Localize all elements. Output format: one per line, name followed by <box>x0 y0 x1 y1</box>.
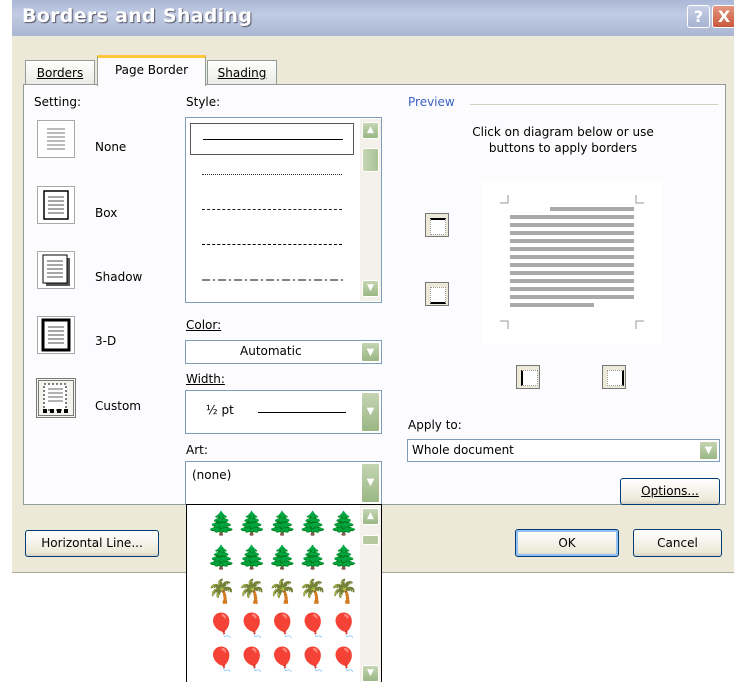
scroll-up-icon[interactable]: ▲ <box>362 508 379 525</box>
left-border-button[interactable] <box>516 365 540 389</box>
evergreen-tree-icon[interactable]: 🌲🌲🌲🌲🌲 <box>207 511 360 537</box>
apply-to-dropdown[interactable]: Whole document ▼ <box>407 439 720 462</box>
color-label: Color: <box>186 318 221 332</box>
palm-tree-icon[interactable]: 🌴🌴🌴🌴🌴 <box>207 579 360 605</box>
setting-none-icon[interactable] <box>37 120 75 158</box>
scroll-up-icon[interactable]: ▲ <box>362 122 379 139</box>
help-button[interactable]: ? <box>687 5 710 28</box>
scroll-thumb[interactable] <box>362 535 379 545</box>
style-dotted-item[interactable] <box>202 174 342 175</box>
setting-none-label: None <box>95 140 127 154</box>
dark-tree-icon[interactable]: 🌲🌲🌲🌲🌲 <box>207 545 360 571</box>
setting-box-label: Box <box>95 206 118 220</box>
hot-air-balloon-icon[interactable]: 🎈🎈🎈🎈🎈 <box>207 647 360 673</box>
preview-diagram[interactable] <box>482 181 662 345</box>
color-value: Automatic <box>240 344 302 358</box>
tab-page-border-label: Page Border <box>114 63 189 77</box>
setting-3d-icon[interactable] <box>37 316 75 354</box>
color-dropdown[interactable]: Automatic ▼ <box>185 340 382 364</box>
options-button[interactable]: Options... <box>620 478 720 505</box>
preview-instruction: Click on diagram below or use buttons to… <box>472 125 654 155</box>
setting-label: Setting: <box>34 95 82 109</box>
style-label: Style: <box>186 95 221 109</box>
options-button-label: Options... <box>641 484 699 498</box>
width-value: ½ pt <box>206 403 234 417</box>
setting-box-icon[interactable] <box>37 186 75 224</box>
setting-3d-graphic <box>41 318 71 352</box>
style-small-dash-item[interactable] <box>202 209 342 210</box>
scroll-down-icon[interactable]: ▼ <box>362 665 379 682</box>
chevron-down-icon[interactable]: ▼ <box>361 392 380 432</box>
scroll-down-icon[interactable]: ▼ <box>362 280 379 297</box>
art-dropdown-list[interactable]: 🌲🌲🌲🌲🌲 🌲🌲🌲🌲🌲 🌴🌴🌴🌴🌴 🎈🎈🎈🎈🎈 🎈🎈🎈🎈🎈 ▲ ▼ <box>186 504 382 682</box>
horizontal-line-button[interactable]: Horizontal Line... <box>25 530 159 557</box>
top-border-button[interactable] <box>425 213 449 237</box>
tab-shading[interactable]: Shading <box>207 60 277 84</box>
art-value: (none) <box>192 468 232 482</box>
setting-shadow-icon[interactable] <box>37 251 75 289</box>
art-scrollbar[interactable] <box>360 505 381 682</box>
close-button[interactable]: X <box>712 5 734 28</box>
style-dash-dot-item[interactable] <box>202 278 346 282</box>
style-dash-item[interactable] <box>202 244 342 245</box>
cancel-button[interactable]: Cancel <box>633 529 722 557</box>
horizontal-line-button-label: Horizontal Line... <box>41 536 143 550</box>
preview-divider <box>470 104 718 105</box>
chevron-down-icon[interactable]: ▼ <box>699 441 718 460</box>
tab-borders-label: Borders <box>36 66 84 80</box>
scroll-thumb[interactable] <box>362 148 379 172</box>
bottom-border-button[interactable] <box>425 282 449 306</box>
art-dropdown[interactable]: (none) ▼ <box>185 461 382 505</box>
apply-to-label: Apply to: <box>408 418 462 432</box>
tab-shading-label: Shading <box>217 66 267 80</box>
setting-none-graphic <box>47 128 65 150</box>
title-bar[interactable]: Borders and Shading ? X <box>12 0 734 36</box>
width-label-text: Width: <box>186 372 225 386</box>
tab-page-border[interactable]: Page Border <box>97 55 206 86</box>
art-label: Art: <box>186 443 208 457</box>
setting-shadow-label: Shadow <box>95 270 143 284</box>
right-border-button[interactable] <box>602 365 626 389</box>
chevron-down-icon[interactable]: ▼ <box>361 342 380 362</box>
chevron-down-icon[interactable]: ▼ <box>361 463 380 503</box>
width-dropdown[interactable]: ½ pt ▼ <box>185 390 382 434</box>
setting-custom-label: Custom <box>95 399 141 413</box>
ok-button-label: OK <box>558 536 576 550</box>
setting-3d-label: 3-D <box>95 334 117 348</box>
balloons-icon[interactable]: 🎈🎈🎈🎈🎈 <box>207 613 360 639</box>
preview-page-graphic <box>500 195 644 329</box>
setting-custom-graphic <box>43 383 68 413</box>
style-selected-item[interactable] <box>190 123 354 155</box>
setting-custom-icon[interactable] <box>36 378 76 418</box>
ok-button[interactable]: OK <box>515 529 619 557</box>
width-label: Width: <box>186 372 225 386</box>
setting-shadow-graphic <box>42 254 70 286</box>
apply-to-value: Whole document <box>412 443 514 457</box>
setting-box-graphic <box>43 190 69 220</box>
style-listbox[interactable]: ▲ ▼ <box>185 117 382 303</box>
window-title: Borders and Shading <box>22 5 253 27</box>
preview-label: Preview <box>408 95 455 109</box>
style-scrollbar[interactable] <box>360 119 381 301</box>
color-label-text: Color: <box>186 318 222 332</box>
cancel-button-label: Cancel <box>657 536 698 550</box>
tab-borders[interactable]: Borders <box>25 60 95 84</box>
